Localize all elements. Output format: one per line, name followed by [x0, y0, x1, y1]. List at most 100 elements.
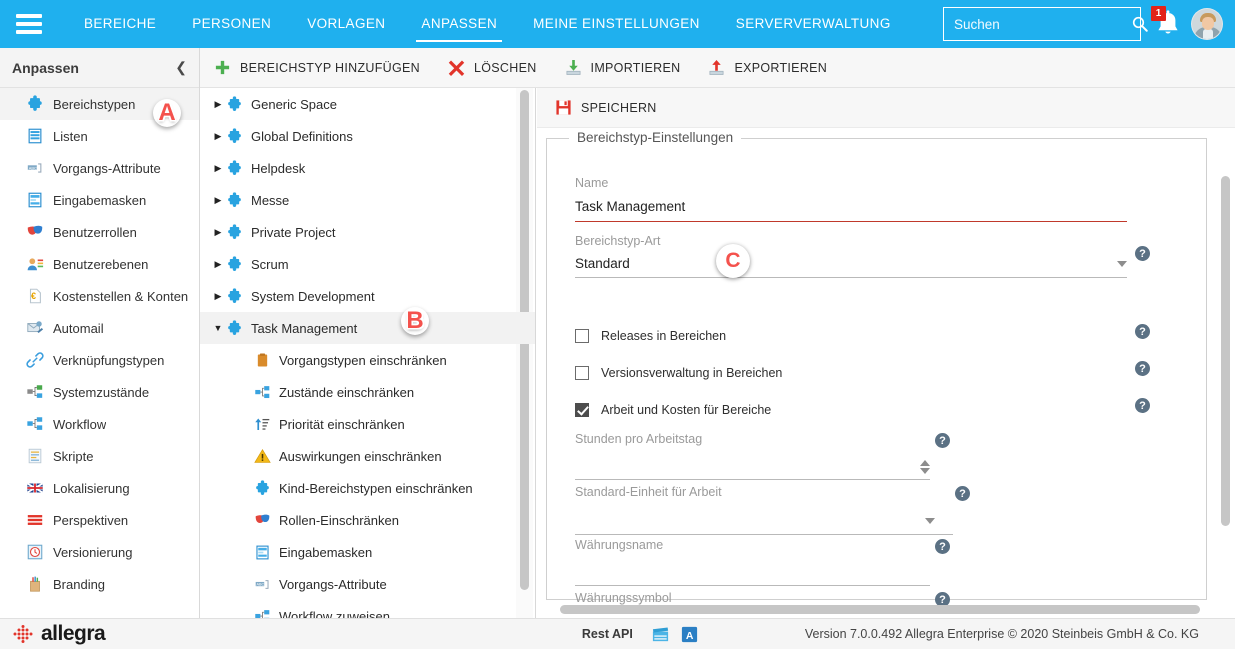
sidebar-item-automail[interactable]: Automail: [0, 312, 199, 344]
search-icon[interactable]: [1131, 15, 1149, 33]
nav-bereiche[interactable]: BEREICHE: [66, 0, 174, 48]
puzzle-icon: [226, 256, 243, 273]
help-icon[interactable]: ?: [935, 539, 950, 554]
sidebar-item-skripte[interactable]: Skripte: [0, 440, 199, 472]
name-input[interactable]: Task Management: [575, 198, 1127, 222]
detail-vertical-scrollbar[interactable]: [1221, 176, 1230, 526]
svg-text:A: A: [686, 630, 694, 641]
tree-node-prioritaet-einschraenken[interactable]: Priorität einschränken: [200, 408, 535, 440]
nav-meine-einstellungen[interactable]: MEINE EINSTELLUNGEN: [515, 0, 718, 48]
tree-node-scrum[interactable]: ▶ Scrum: [200, 248, 535, 280]
letter-a-icon[interactable]: A: [680, 625, 699, 644]
work-cost-checkbox-row[interactable]: Arbeit und Kosten für Bereiche: [575, 403, 771, 417]
tree-node-private-project[interactable]: ▶ Private Project: [200, 216, 535, 248]
chevron-right-icon[interactable]: ▶: [210, 259, 226, 270]
save-button[interactable]: SPEICHERN: [555, 99, 657, 116]
nav-anpassen[interactable]: ANPASSEN: [403, 0, 515, 48]
chevron-down-icon[interactable]: [925, 518, 935, 524]
chevron-right-icon[interactable]: ▶: [210, 131, 226, 142]
tree-node-eingabemasken[interactable]: Eingabemasken: [200, 536, 535, 568]
tree-node-vorgangs-attribute[interactable]: ABC Vorgangs-Attribute: [200, 568, 535, 600]
delete-button[interactable]: LÖSCHEN: [434, 48, 551, 88]
help-icon[interactable]: ?: [1135, 361, 1150, 376]
sidebar-item-label: Eingabemasken: [53, 193, 146, 208]
tree-node-system-development[interactable]: ▶ System Development: [200, 280, 535, 312]
tree-node-task-management[interactable]: ▼ Task Management: [200, 312, 535, 344]
sidebar-item-label: Workflow: [53, 417, 106, 432]
work-cost-checkbox[interactable]: [575, 403, 589, 417]
version-control-checkbox-row[interactable]: Versionsverwaltung in Bereichen: [575, 366, 782, 380]
tree-node-workflow-zuweisen[interactable]: Workflow zuweisen: [200, 600, 535, 618]
currency-name-input[interactable]: [575, 560, 930, 586]
puzzle-icon: [226, 288, 243, 305]
chevron-right-icon[interactable]: ▶: [210, 291, 226, 302]
sidebar-item-kostenstellen-konten[interactable]: € Kostenstellen & Konten: [0, 280, 199, 312]
help-icon[interactable]: ?: [1135, 324, 1150, 339]
help-icon[interactable]: ?: [935, 433, 950, 448]
sidebar-item-lokalisierung[interactable]: Lokalisierung: [0, 472, 199, 504]
chevron-down-icon[interactable]: ▼: [210, 323, 226, 333]
help-icon[interactable]: ?: [1135, 246, 1150, 261]
tree-node-auswirkungen-einschraenken[interactable]: Auswirkungen einschränken: [200, 440, 535, 472]
sidebar-item-benutzerebenen[interactable]: Benutzerebenen: [0, 248, 199, 280]
tree-node-generic-space[interactable]: ▶ Generic Space: [200, 88, 535, 120]
tree-node-helpdesk[interactable]: ▶ Helpdesk: [200, 152, 535, 184]
tree-node-zustaende-einschraenken[interactable]: Zustände einschränken: [200, 376, 535, 408]
sidebar-item-label: Benutzerebenen: [53, 257, 148, 272]
releases-checkbox-row[interactable]: Releases in Bereichen: [575, 329, 726, 343]
help-icon[interactable]: ?: [955, 486, 970, 501]
space-type-kind-label: Bereichstyp-Art: [575, 234, 1127, 248]
nav-serververwaltung[interactable]: SERVERVERWALTUNG: [718, 0, 909, 48]
version-control-checkbox[interactable]: [575, 366, 589, 380]
sidebar-item-eingabemasken[interactable]: Eingabemasken: [0, 184, 199, 216]
hamburger-menu-icon[interactable]: [16, 14, 42, 34]
notifications-button[interactable]: 1: [1151, 4, 1185, 44]
sidebar-item-benutzerrollen[interactable]: Benutzerrollen: [0, 216, 199, 248]
stripes-icon: [26, 511, 44, 529]
nav-personen[interactable]: PERSONEN: [174, 0, 289, 48]
chevron-right-icon[interactable]: ▶: [210, 195, 226, 206]
sidebar-item-versionierung[interactable]: Versionierung: [0, 536, 199, 568]
sidebar-collapse-icon[interactable]: ❮: [175, 59, 187, 76]
sidebar-item-workflow[interactable]: Workflow: [0, 408, 199, 440]
import-button[interactable]: IMPORTIEREN: [551, 48, 695, 88]
chevron-down-icon[interactable]: [1117, 261, 1127, 267]
user-avatar[interactable]: [1191, 8, 1223, 40]
add-space-type-button[interactable]: BEREICHSTYP HINZUFÜGEN: [200, 48, 434, 88]
work-unit-select[interactable]: [575, 507, 953, 535]
chevron-right-icon[interactable]: ▶: [210, 163, 226, 174]
tree-node-messe[interactable]: ▶ Messe: [200, 184, 535, 216]
tree-node-rollen-einschraenken[interactable]: Rollen-Einschränken: [200, 504, 535, 536]
releases-checkbox[interactable]: [575, 329, 589, 343]
space-type-tree-panel: ▶ Generic Space ▶ Global Definitions ▶ H…: [200, 88, 536, 618]
help-icon[interactable]: ?: [1135, 398, 1150, 413]
tree-node-kind-bereichstypen-einschraenken[interactable]: Kind-Bereichstypen einschränken: [200, 472, 535, 504]
nav-vorlagen[interactable]: VORLAGEN: [289, 0, 403, 48]
search-box[interactable]: [943, 7, 1141, 41]
footer-right-group: Rest API A Version 7.0.0.492 Allegra Ent…: [582, 625, 1235, 644]
tree-node-vorgangstypen-einschraenken[interactable]: Vorgangstypen einschränken: [200, 344, 535, 376]
form-icon: [254, 544, 271, 561]
clapperboard-icon[interactable]: [651, 625, 670, 644]
sidebar-item-branding[interactable]: Branding: [0, 568, 199, 600]
rest-api-link[interactable]: Rest API: [582, 627, 633, 641]
version-control-checkbox-label: Versionsverwaltung in Bereichen: [601, 366, 782, 380]
detail-horizontal-scrollbar[interactable]: [560, 605, 1200, 614]
hours-per-day-input[interactable]: [575, 454, 930, 480]
sidebar-item-vorgangs-attribute[interactable]: ABC Vorgangs-Attribute: [0, 152, 199, 184]
tree-node-global-definitions[interactable]: ▶ Global Definitions: [200, 120, 535, 152]
export-button[interactable]: EXPORTIEREN: [694, 48, 841, 88]
tree-node-label: Zustände einschränken: [279, 385, 414, 400]
sidebar-item-perspektiven[interactable]: Perspektiven: [0, 504, 199, 536]
svg-text:€: €: [31, 291, 36, 301]
number-stepper-icon[interactable]: [920, 460, 930, 474]
chevron-right-icon[interactable]: ▶: [210, 99, 226, 110]
sidebar-item-verknuepfungstypen[interactable]: Verknüpfungstypen: [0, 344, 199, 376]
annotation-marker-b: B: [398, 304, 432, 338]
space-type-kind-select[interactable]: Standard: [575, 256, 1127, 278]
left-sidebar: Anpassen ❮ Bereichstypen Listen ABC Vorg…: [0, 48, 200, 618]
search-input[interactable]: [954, 17, 1131, 32]
sidebar-item-systemzustaende[interactable]: Systemzustände: [0, 376, 199, 408]
chevron-right-icon[interactable]: ▶: [210, 227, 226, 238]
fieldset-legend: Bereichstyp-Einstellungen: [569, 130, 741, 145]
